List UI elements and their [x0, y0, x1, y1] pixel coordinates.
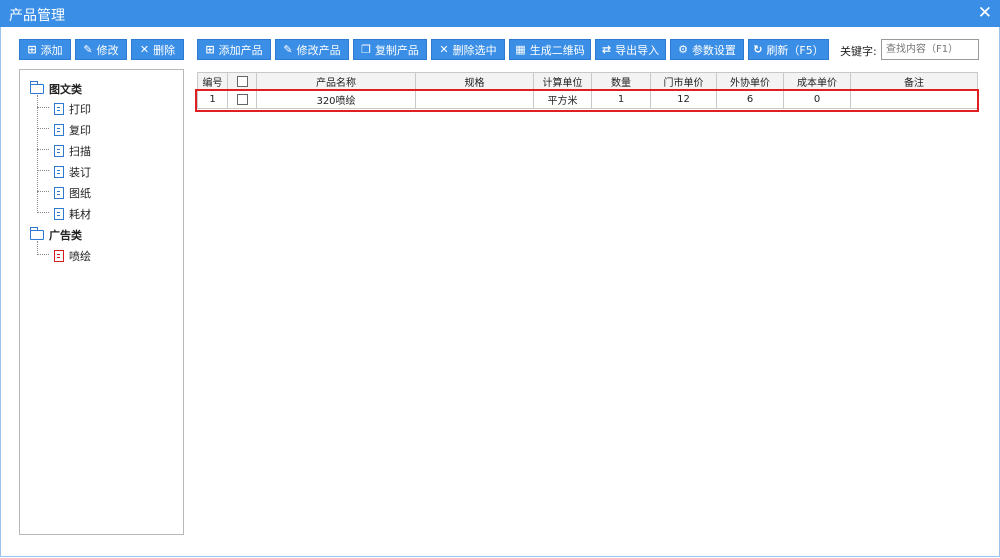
category-tree: 图文类 打印 复印 扫描 装订 图纸 耗材 广告类 喷绘 — [19, 69, 184, 535]
settings-label: 参数设置 — [691, 43, 736, 57]
export-import-button[interactable]: ⇄ 导出导入 — [595, 39, 666, 60]
row-checkbox[interactable] — [236, 93, 248, 105]
edit-icon: ✎ — [83, 43, 93, 56]
copy-product-label: 复制产品 — [374, 43, 419, 57]
document-icon — [54, 187, 64, 199]
tree-item-consumables[interactable]: 耗材 — [54, 206, 91, 222]
settings-button[interactable]: ⚙ 参数设置 — [670, 39, 744, 60]
cell-unit: 平方米 — [533, 90, 592, 109]
keyword-label: 关键字: — [840, 45, 877, 58]
keyword-search-input[interactable] — [881, 39, 979, 60]
delete-selected-label: 删除选中 — [452, 43, 497, 57]
cell-select[interactable] — [227, 90, 257, 109]
edit-icon: ✎ — [283, 43, 293, 56]
cell-quantity: 1 — [591, 90, 651, 109]
qrcode-icon: ▦ — [515, 43, 526, 56]
copy-icon: ❐ — [361, 43, 371, 56]
document-icon — [54, 124, 64, 136]
tree-group-graphic[interactable]: 图文类 — [29, 81, 82, 97]
col-header-retail-price[interactable]: 门市单价 — [650, 72, 717, 91]
delete-selected-button[interactable]: ✕ 删除选中 — [431, 39, 505, 60]
edit-product-button[interactable]: ✎ 修改产品 — [275, 39, 349, 60]
tree-item-label: 打印 — [69, 103, 91, 116]
tree-item-label: 复印 — [69, 124, 91, 137]
edit-category-button[interactable]: ✎ 修改 — [75, 39, 127, 60]
copy-product-button[interactable]: ❐ 复制产品 — [353, 39, 427, 60]
add-icon: ⊞ — [27, 43, 37, 56]
refresh-icon: ↻ — [753, 43, 763, 56]
cell-remarks — [850, 90, 978, 109]
edit-category-label: 修改 — [96, 43, 119, 57]
gear-icon: ⚙ — [678, 43, 688, 56]
tree-item-binding[interactable]: 装订 — [54, 164, 91, 180]
close-icon[interactable]: ✕ — [978, 3, 992, 23]
tree-group-advertising[interactable]: 广告类 — [29, 227, 82, 243]
tree-group-label: 广告类 — [49, 229, 82, 242]
cell-cost-price: 0 — [783, 90, 851, 109]
tree-item-inkjet[interactable]: 喷绘 — [54, 248, 91, 264]
col-header-outsource-price[interactable]: 外协单价 — [716, 72, 784, 91]
window-title: 产品管理 — [9, 8, 65, 24]
col-header-quantity[interactable]: 数量 — [591, 72, 651, 91]
col-header-unit[interactable]: 计算单位 — [533, 72, 592, 91]
col-header-remarks[interactable]: 备注 — [850, 72, 978, 91]
add-category-button[interactable]: ⊞ 添加 — [19, 39, 71, 60]
document-icon — [54, 208, 64, 220]
cell-outsource-price: 6 — [716, 90, 784, 109]
table-row[interactable]: 1 320喷绘 平方米 1 12 6 0 — [197, 90, 978, 109]
col-header-product-name[interactable]: 产品名称 — [256, 72, 416, 91]
delete-icon: ✕ — [139, 43, 150, 56]
product-table: 编号 产品名称 规格 计算单位 数量 门市单价 外协单价 成本单价 备注 1 3… — [197, 72, 978, 109]
add-category-label: 添加 — [40, 43, 63, 57]
export-import-label: 导出导入 — [615, 43, 660, 57]
refresh-label: 刷新（F5） — [766, 43, 824, 57]
cell-retail-price: 12 — [650, 90, 717, 109]
folder-icon — [29, 81, 44, 94]
col-header-select-all[interactable] — [227, 72, 257, 91]
tree-item-label: 耗材 — [69, 208, 91, 221]
cell-spec — [415, 90, 534, 109]
folder-icon — [29, 227, 44, 240]
add-icon: ⊞ — [205, 43, 215, 56]
tree-connector — [37, 95, 38, 213]
document-icon — [54, 250, 64, 262]
tree-item-copy[interactable]: 复印 — [54, 122, 91, 138]
select-all-checkbox[interactable] — [236, 75, 248, 87]
col-header-cost-price[interactable]: 成本单价 — [783, 72, 851, 91]
tree-item-label: 图纸 — [69, 187, 91, 200]
generate-qrcode-label: 生成二维码 — [529, 43, 585, 57]
generate-qrcode-button[interactable]: ▦ 生成二维码 — [509, 39, 591, 60]
delete-icon: ✕ — [439, 43, 449, 56]
refresh-button[interactable]: ↻ 刷新（F5） — [748, 39, 829, 60]
tree-item-scan[interactable]: 扫描 — [54, 143, 91, 159]
col-header-spec[interactable]: 规格 — [415, 72, 534, 91]
document-icon — [54, 145, 64, 157]
delete-category-button[interactable]: ✕ 删除 — [131, 39, 184, 60]
title-bar: 产品管理 ✕ — [0, 0, 1000, 27]
tree-item-label: 扫描 — [69, 145, 91, 158]
document-icon — [54, 166, 64, 178]
add-product-label: 添加产品 — [218, 43, 263, 57]
tree-item-print[interactable]: 打印 — [54, 101, 91, 117]
document-icon — [54, 103, 64, 115]
cell-product-name: 320喷绘 — [256, 90, 416, 109]
col-header-id[interactable]: 编号 — [197, 72, 228, 91]
tree-item-label: 装订 — [69, 166, 91, 179]
table-header-row: 编号 产品名称 规格 计算单位 数量 门市单价 外协单价 成本单价 备注 — [197, 72, 978, 91]
tree-group-label: 图文类 — [49, 83, 82, 96]
tree-item-label: 喷绘 — [69, 250, 91, 263]
delete-category-label: 删除 — [153, 43, 176, 57]
edit-product-label: 修改产品 — [296, 43, 341, 57]
tree-item-drawing[interactable]: 图纸 — [54, 185, 91, 201]
add-product-button[interactable]: ⊞ 添加产品 — [197, 39, 271, 60]
export-icon: ⇄ — [601, 43, 612, 56]
cell-id: 1 — [197, 90, 228, 109]
